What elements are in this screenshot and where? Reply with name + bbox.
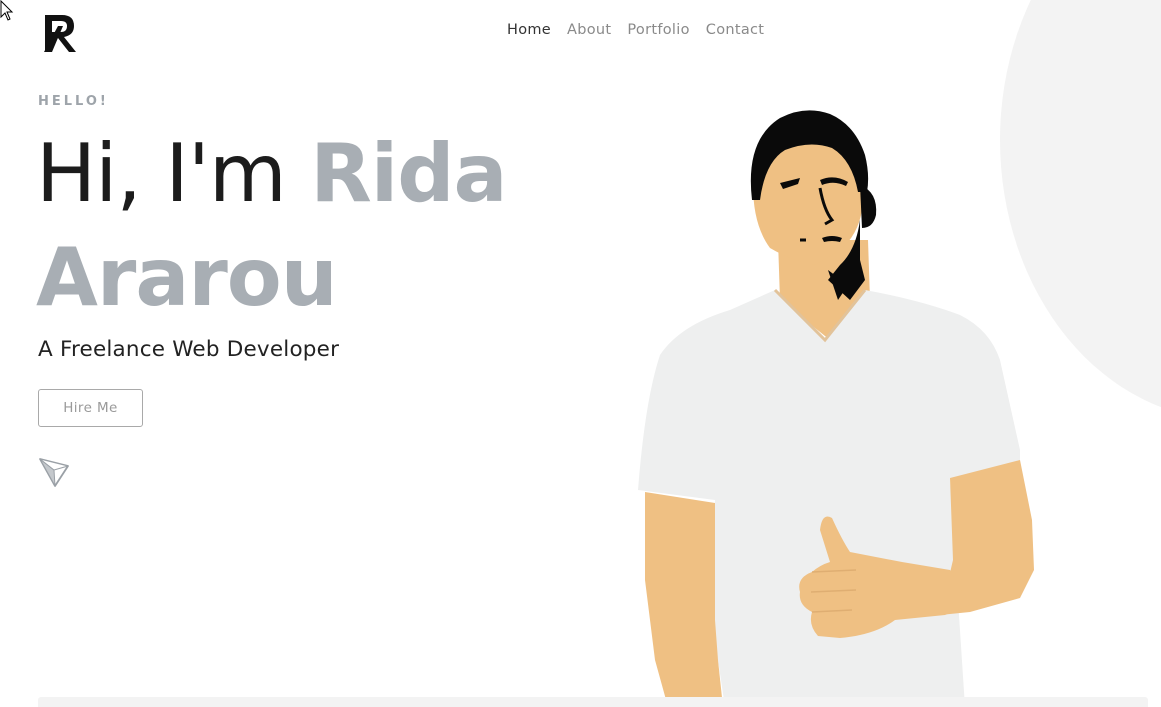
developer-thumbs-up-illustration xyxy=(638,110,1034,707)
paper-plane-icon[interactable] xyxy=(38,456,70,488)
mouse-cursor-icon xyxy=(0,0,14,21)
hero-headline: Hi, I'm Rida Ararou xyxy=(36,122,596,330)
nav-portfolio[interactable]: Portfolio xyxy=(627,22,689,38)
main-nav: Home About Portfolio Contact xyxy=(507,22,764,38)
hero-subtitle: A Freelance Web Developer xyxy=(38,337,340,362)
nav-contact[interactable]: Contact xyxy=(706,22,765,38)
hero-greeting: Hi, I'm xyxy=(36,127,311,220)
hero-eyebrow: HELLO! xyxy=(38,94,109,109)
bottom-section-edge xyxy=(38,697,1148,707)
ra-monogram-logo[interactable] xyxy=(42,12,80,54)
page: Home About Portfolio Contact HELLO! Hi, … xyxy=(0,0,1161,707)
nav-about[interactable]: About xyxy=(567,22,611,38)
nav-home[interactable]: Home xyxy=(507,22,551,38)
hire-me-button[interactable]: Hire Me xyxy=(38,389,143,427)
